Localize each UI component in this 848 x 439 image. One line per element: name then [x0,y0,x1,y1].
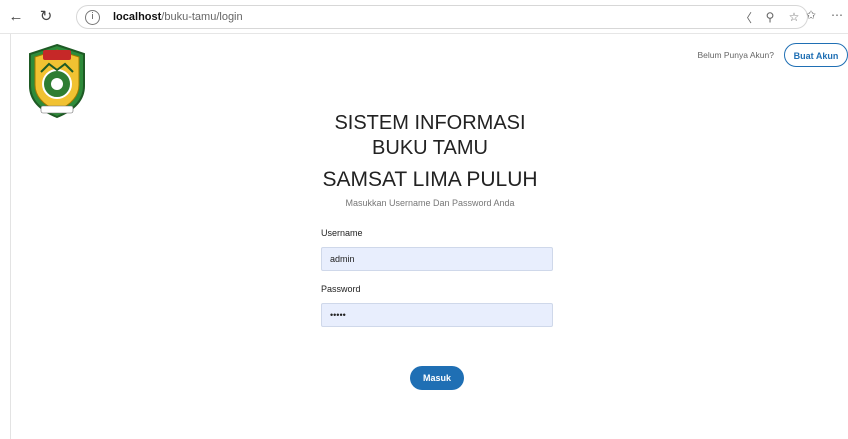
browser-toolbar: ← ↻ i localhost/buku-tamu/login 〈 ⚲ ☆ ✩ … [0,0,848,34]
browser-right-actions: ✩ ⋯ [804,8,844,22]
login-button[interactable]: Masuk [410,366,464,390]
logo-emblem-icon [29,43,85,119]
title-line-2: BUKU TAMU [372,137,488,159]
address-bar-actions: 〈 ⚲ ☆ [739,8,801,26]
account-header: Belum Punya Akun? Buat Akun [697,43,848,67]
page-content: Belum Punya Akun? Buat Akun SISTEM INFOR… [10,34,848,439]
refresh-icon[interactable]: ↻ [38,9,54,25]
username-label: Username [321,228,363,238]
read-aloud-icon[interactable]: 〈 [739,9,753,26]
back-arrow-icon[interactable]: ← [8,9,24,25]
more-icon[interactable]: ⋯ [830,8,844,22]
favorites-list-icon[interactable]: ✩ [804,8,818,22]
page-title: SISTEM INFORMASI BUKU TAMU SAMSAT LIMA P… [11,111,848,208]
account-prompt: Belum Punya Akun? [697,50,774,60]
zoom-icon[interactable]: ⚲ [763,10,777,24]
username-input[interactable] [321,247,553,271]
login-instruction: Masukkan Username Dan Password Anda [345,198,515,208]
title-line-1: SISTEM INFORMASI [334,112,526,134]
favorite-star-icon[interactable]: ☆ [787,10,801,24]
password-label: Password [321,284,361,294]
info-icon[interactable]: i [85,10,100,25]
url-text: localhost/buku-tamu/login [113,11,243,23]
password-input[interactable] [321,303,553,327]
login-form: Username Password Masuk [321,228,553,390]
create-account-button[interactable]: Buat Akun [784,43,848,67]
address-bar[interactable]: i localhost/buku-tamu/login 〈 ⚲ ☆ [76,5,808,29]
title-line-3: SAMSAT LIMA PULUH [322,168,538,191]
